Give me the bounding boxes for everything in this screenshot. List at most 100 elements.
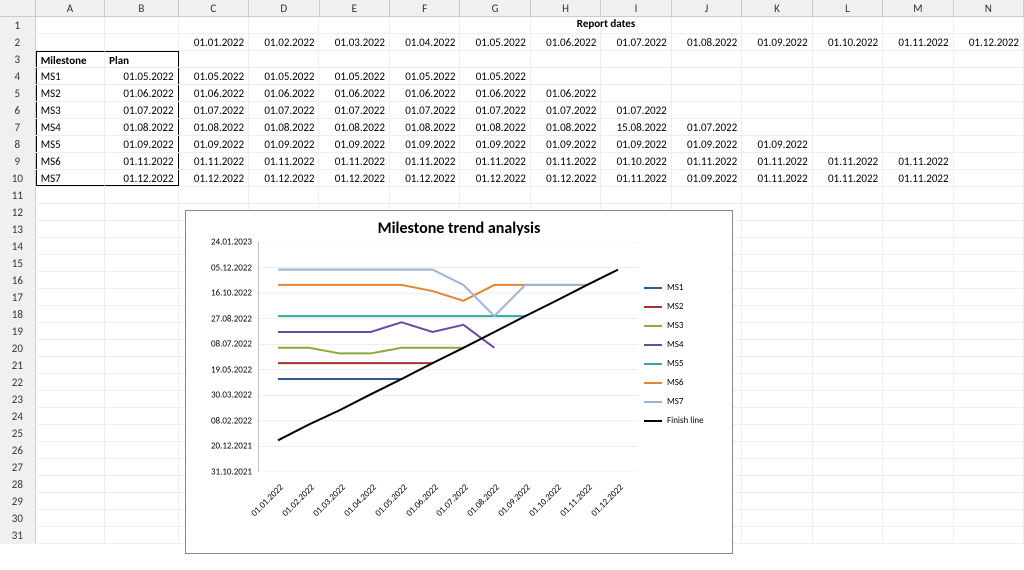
- cell-K24[interactable]: [742, 408, 812, 424]
- row-header-28[interactable]: 28: [0, 476, 36, 492]
- cell-I4[interactable]: [601, 68, 671, 84]
- cell-N14[interactable]: [954, 238, 1024, 254]
- cell-L7[interactable]: [813, 119, 883, 135]
- cell-E1[interactable]: [319, 17, 389, 33]
- cell-I11[interactable]: [601, 187, 671, 203]
- cell-M8[interactable]: [883, 136, 953, 152]
- cell-L30[interactable]: [813, 510, 883, 526]
- cell-A18[interactable]: [36, 306, 105, 322]
- cell-G5[interactable]: 01.06.2022: [460, 85, 530, 101]
- cell-L13[interactable]: [813, 221, 883, 237]
- cell-I6[interactable]: 01.07.2022: [601, 102, 671, 118]
- cell-A10[interactable]: MS7: [36, 170, 105, 186]
- cell-B22[interactable]: [105, 374, 178, 390]
- row-header-1[interactable]: 1: [0, 17, 36, 33]
- cell-N22[interactable]: [954, 374, 1024, 390]
- row-header-17[interactable]: 17: [0, 289, 36, 305]
- row-header-22[interactable]: 22: [0, 374, 36, 390]
- cell-B6[interactable]: 01.07.2022: [105, 102, 178, 118]
- cell-N15[interactable]: [954, 255, 1024, 271]
- col-header-C[interactable]: C: [179, 0, 249, 16]
- cell-M17[interactable]: [883, 289, 953, 305]
- cell-M11[interactable]: [883, 187, 953, 203]
- cell-H4[interactable]: [531, 68, 601, 84]
- cell-B3[interactable]: Plan: [105, 51, 178, 67]
- row-header-11[interactable]: 11: [0, 187, 36, 203]
- cell-B1[interactable]: [105, 17, 178, 33]
- cell-N16[interactable]: [954, 272, 1024, 288]
- cell-M27[interactable]: [883, 459, 953, 475]
- cell-H10[interactable]: 01.12.2022: [531, 170, 601, 186]
- chart-container[interactable]: Milestone trend analysis 31.10.202120.12…: [185, 210, 733, 554]
- cell-M9[interactable]: 01.11.2022: [883, 153, 953, 169]
- cell-B24[interactable]: [105, 408, 178, 424]
- cell-D3[interactable]: [249, 51, 319, 67]
- cell-M29[interactable]: [883, 493, 953, 509]
- row-header-14[interactable]: 14: [0, 238, 36, 254]
- cell-H3[interactable]: [531, 51, 601, 67]
- row-header-10[interactable]: 10: [0, 170, 36, 186]
- cell-F4[interactable]: 01.05.2022: [390, 68, 460, 84]
- cell-M23[interactable]: [883, 391, 953, 407]
- cell-M6[interactable]: [883, 102, 953, 118]
- row-header-31[interactable]: 31: [0, 527, 36, 543]
- cell-N20[interactable]: [954, 340, 1024, 356]
- col-header-L[interactable]: L: [813, 0, 883, 16]
- cell-G8[interactable]: 01.09.2022: [460, 136, 530, 152]
- cell-A1[interactable]: [36, 17, 105, 33]
- cell-H6[interactable]: 01.07.2022: [531, 102, 601, 118]
- cell-G11[interactable]: [460, 187, 530, 203]
- cell-N6[interactable]: [954, 102, 1024, 118]
- cell-L15[interactable]: [813, 255, 883, 271]
- cell-M31[interactable]: [883, 527, 953, 543]
- cell-M14[interactable]: [883, 238, 953, 254]
- row-header-15[interactable]: 15: [0, 255, 36, 271]
- cell-A9[interactable]: MS6: [36, 153, 105, 169]
- cell-A12[interactable]: [36, 204, 105, 220]
- cell-L10[interactable]: 01.11.2022: [813, 170, 883, 186]
- cell-A15[interactable]: [36, 255, 105, 271]
- cell-A22[interactable]: [36, 374, 105, 390]
- cell-N17[interactable]: [954, 289, 1024, 305]
- row-header-24[interactable]: 24: [0, 408, 36, 424]
- cell-N24[interactable]: [954, 408, 1024, 424]
- cell-K17[interactable]: [742, 289, 812, 305]
- cell-J8[interactable]: 01.09.2022: [672, 136, 742, 152]
- row-header-25[interactable]: 25: [0, 425, 36, 441]
- cell-M18[interactable]: [883, 306, 953, 322]
- cell-F1[interactable]: [390, 17, 460, 33]
- cell-L3[interactable]: [813, 51, 883, 67]
- cell-A21[interactable]: [36, 357, 105, 373]
- cell-K25[interactable]: [742, 425, 812, 441]
- cell-N12[interactable]: [954, 204, 1024, 220]
- cell-B14[interactable]: [105, 238, 178, 254]
- cell-H9[interactable]: 01.11.2022: [531, 153, 601, 169]
- cell-I9[interactable]: 01.10.2022: [601, 153, 671, 169]
- col-header-F[interactable]: F: [390, 0, 460, 16]
- cell-D9[interactable]: 01.11.2022: [249, 153, 319, 169]
- cell-B12[interactable]: [105, 204, 178, 220]
- cell-C6[interactable]: 01.07.2022: [179, 102, 249, 118]
- col-header-J[interactable]: J: [672, 0, 742, 16]
- cell-L24[interactable]: [813, 408, 883, 424]
- cell-I8[interactable]: 01.09.2022: [601, 136, 671, 152]
- cell-M7[interactable]: [883, 119, 953, 135]
- cell-K16[interactable]: [742, 272, 812, 288]
- cell-N9[interactable]: [954, 153, 1024, 169]
- cell-J10[interactable]: 01.09.2022: [672, 170, 742, 186]
- col-header-B[interactable]: B: [105, 0, 178, 16]
- cell-M19[interactable]: [883, 323, 953, 339]
- cell-N31[interactable]: [954, 527, 1024, 543]
- cell-E3[interactable]: [319, 51, 389, 67]
- cell-N26[interactable]: [954, 442, 1024, 458]
- cell-L9[interactable]: 01.11.2022: [813, 153, 883, 169]
- cell-K12[interactable]: [742, 204, 812, 220]
- cell-J1[interactable]: [672, 17, 742, 33]
- col-header-E[interactable]: E: [320, 0, 390, 16]
- row-header-12[interactable]: 12: [0, 204, 36, 220]
- cell-D5[interactable]: 01.06.2022: [249, 85, 319, 101]
- cell-B25[interactable]: [105, 425, 178, 441]
- row-header-19[interactable]: 19: [0, 323, 36, 339]
- cell-E4[interactable]: 01.05.2022: [319, 68, 389, 84]
- cell-B2[interactable]: [105, 34, 178, 50]
